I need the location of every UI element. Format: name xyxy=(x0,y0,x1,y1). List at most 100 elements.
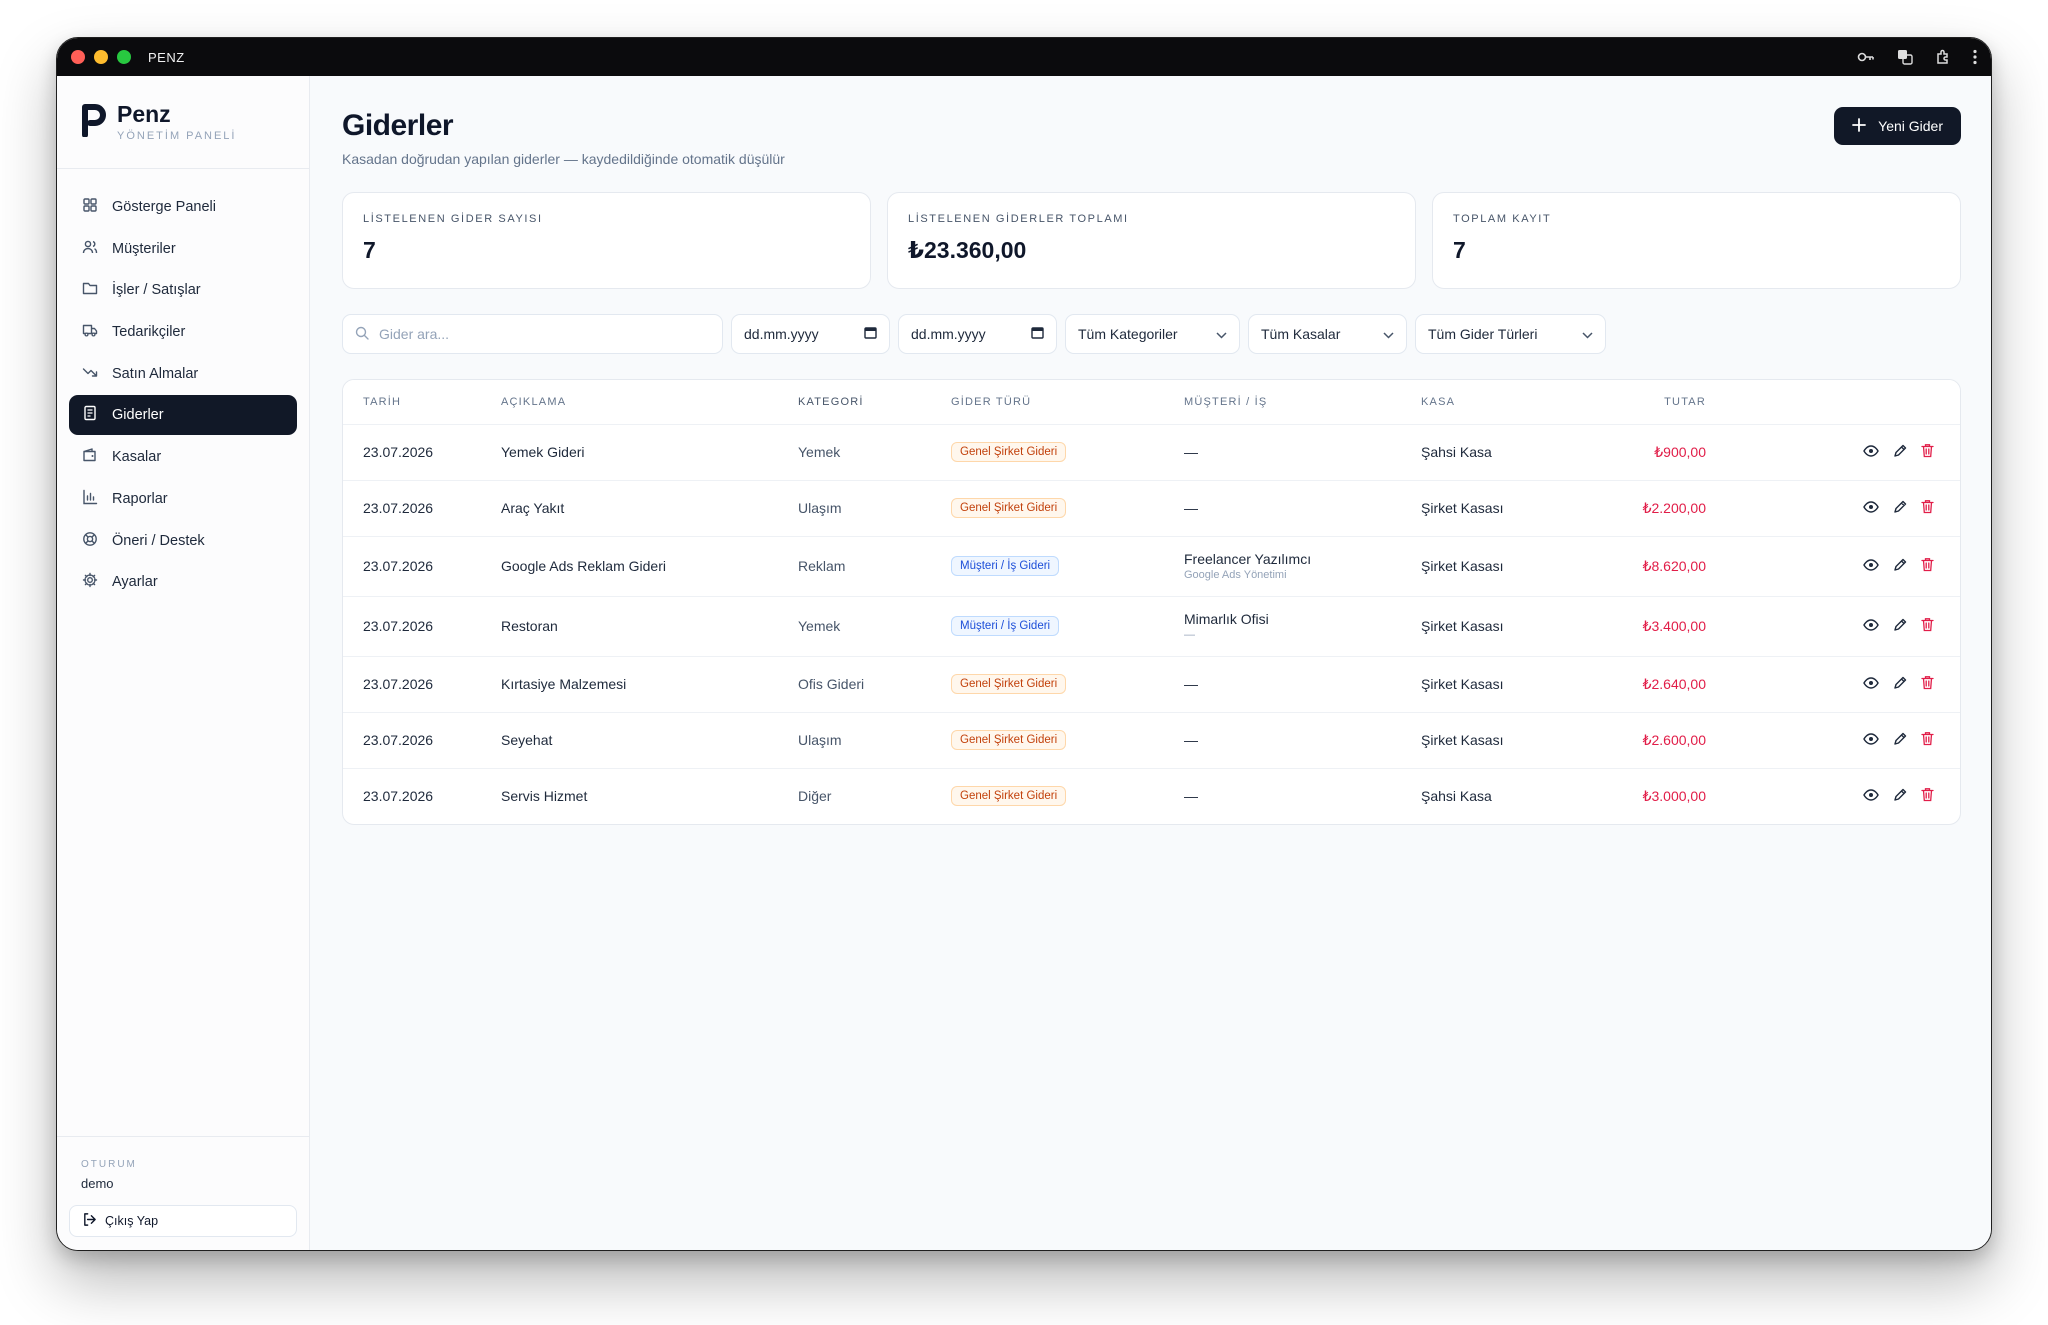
view-icon[interactable] xyxy=(1863,500,1879,516)
key-icon[interactable] xyxy=(1857,51,1875,63)
expense-type-badge: Müşteri / İş Gideri xyxy=(951,556,1060,576)
table-row[interactable]: 23.07.2026 Kırtasiye Malzemesi Ofis Gideri… xyxy=(343,655,1960,712)
cell-customer: — xyxy=(1184,655,1421,712)
logout-button[interactable]: Çıkış Yap xyxy=(69,1205,297,1237)
brand[interactable]: Penz YÖNETİM PANELİ xyxy=(57,76,309,169)
view-icon[interactable] xyxy=(1863,618,1879,634)
translate-icon[interactable] xyxy=(1897,49,1913,65)
more-menu-icon[interactable] xyxy=(1973,49,1977,65)
date-from-input[interactable]: dd.mm.yyyy xyxy=(731,314,890,354)
delete-icon[interactable] xyxy=(1921,787,1934,805)
brand-subtitle: YÖNETİM PANELİ xyxy=(117,129,237,142)
delete-icon[interactable] xyxy=(1921,499,1934,517)
category-select-value: Tüm Kategoriler xyxy=(1078,326,1178,342)
col-header-description[interactable]: AÇIKLAMA xyxy=(501,380,798,424)
cell-date: 23.07.2026 xyxy=(343,711,501,768)
extensions-icon[interactable] xyxy=(1935,49,1951,65)
view-icon[interactable] xyxy=(1863,788,1879,804)
col-header-amount[interactable]: TUTAR xyxy=(1571,380,1706,424)
delete-icon[interactable] xyxy=(1921,617,1934,635)
expense-type-select[interactable]: Tüm Gider Türleri xyxy=(1415,314,1606,354)
table-row[interactable]: 23.07.2026 Araç Yakıt Ulaşım Genel Şirket G… xyxy=(343,479,1960,536)
search-input[interactable]: Gider ara... xyxy=(342,314,723,354)
view-icon[interactable] xyxy=(1863,676,1879,692)
cell-amount: ₺2.600,00 xyxy=(1571,711,1706,768)
stat-card-count: LİSTELENEN GİDER SAYISI 7 xyxy=(342,192,871,289)
cell-category: Ulaşım xyxy=(798,479,951,536)
sidebar-item-satin-almalar[interactable]: Satın Almalar xyxy=(69,354,297,394)
delete-icon[interactable] xyxy=(1921,557,1934,575)
date-to-value: dd.mm.yyyy xyxy=(911,326,986,342)
edit-icon[interactable] xyxy=(1893,558,1907,575)
calendar-icon[interactable] xyxy=(1031,326,1044,342)
lifebuoy-icon xyxy=(82,531,98,551)
cell-type: Genel Şirket Gideri xyxy=(951,711,1184,768)
col-header-customer[interactable]: MÜŞTERİ / İŞ xyxy=(1184,380,1421,424)
maximize-window-button[interactable] xyxy=(117,50,131,64)
col-header-date[interactable]: TARİH xyxy=(343,380,501,424)
close-window-button[interactable] xyxy=(71,50,85,64)
expense-type-badge: Genel Şirket Gideri xyxy=(951,786,1067,807)
sidebar-item-oneri-destek[interactable]: Öneri / Destek xyxy=(69,521,297,561)
cell-type: Genel Şirket Gideri xyxy=(951,767,1184,824)
sidebar-item-musteriler[interactable]: Müşteriler xyxy=(69,229,297,269)
sidebar-item-isler-satislar[interactable]: İşler / Satışlar xyxy=(69,270,297,310)
col-header-category[interactable]: KATEGORİ xyxy=(798,380,951,424)
sidebar-item-tedarikciler[interactable]: Tedarikçiler xyxy=(69,312,297,352)
view-icon[interactable] xyxy=(1863,558,1879,574)
stat-label: TOPLAM KAYIT xyxy=(1453,213,1552,225)
cell-amount: ₺3.400,00 xyxy=(1571,595,1706,656)
table-row[interactable]: 23.07.2026 Restoran Yemek Müşteri / İş Gide… xyxy=(343,595,1960,656)
table-row[interactable]: 23.07.2026 Google Ads Reklam Gideri Reklam… xyxy=(343,535,1960,596)
delete-icon[interactable] xyxy=(1921,443,1934,461)
new-expense-button[interactable]: Yeni Gider xyxy=(1834,107,1961,145)
trend-down-icon xyxy=(82,364,98,384)
view-icon[interactable] xyxy=(1863,444,1879,460)
cell-category: Yemek xyxy=(798,595,951,656)
table-row[interactable]: 23.07.2026 Servis Hizmet Diğer Genel Şirket… xyxy=(343,767,1960,824)
kasa-select[interactable]: Tüm Kasalar xyxy=(1248,314,1407,354)
cell-category: Reklam xyxy=(798,535,951,596)
cell-description: Yemek Gideri xyxy=(501,423,798,480)
sidebar-item-kasalar[interactable]: Kasalar xyxy=(69,437,297,477)
edit-icon[interactable] xyxy=(1893,500,1907,517)
sidebar-item-giderler[interactable]: Giderler xyxy=(69,395,297,436)
sidebar-item-gosterge-paneli[interactable]: Gösterge Paneli xyxy=(69,187,297,227)
col-header-type[interactable]: GİDER TÜRÜ xyxy=(951,380,1184,424)
edit-icon[interactable] xyxy=(1893,444,1907,461)
calendar-icon[interactable] xyxy=(864,326,877,342)
date-from-value: dd.mm.yyyy xyxy=(744,326,819,342)
minimize-window-button[interactable] xyxy=(94,50,108,64)
sidebar-item-label: İşler / Satışlar xyxy=(112,282,201,299)
view-icon[interactable] xyxy=(1863,732,1879,748)
cell-amount: ₺8.620,00 xyxy=(1571,535,1706,596)
col-header-kasa[interactable]: KASA xyxy=(1421,380,1571,424)
date-to-input[interactable]: dd.mm.yyyy xyxy=(898,314,1057,354)
sidebar-item-ayarlar[interactable]: Ayarlar xyxy=(69,562,297,602)
sidebar-item-label: Kasalar xyxy=(112,449,162,466)
edit-icon[interactable] xyxy=(1893,732,1907,749)
edit-icon[interactable] xyxy=(1893,788,1907,805)
logout-label: Çıkış Yap xyxy=(105,1214,159,1228)
table-row[interactable]: 23.07.2026 Yemek Gideri Yemek Genel Şirket … xyxy=(343,423,1960,480)
category-select[interactable]: Tüm Kategoriler xyxy=(1065,314,1240,354)
cell-amount: ₺900,00 xyxy=(1571,423,1706,480)
edit-icon[interactable] xyxy=(1893,676,1907,693)
delete-icon[interactable] xyxy=(1921,731,1934,749)
cell-amount: ₺2.200,00 xyxy=(1571,479,1706,536)
sidebar-item-raporlar[interactable]: Raporlar xyxy=(69,479,297,519)
edit-icon[interactable] xyxy=(1893,618,1907,635)
cell-actions xyxy=(1706,479,1960,536)
chevron-down-icon xyxy=(1383,326,1394,342)
wallet-icon xyxy=(82,447,98,467)
chevron-down-icon xyxy=(1216,326,1227,342)
dashboard-icon xyxy=(82,197,98,217)
sidebar-item-label: Raporlar xyxy=(112,490,168,507)
customer-job: — xyxy=(1184,629,1195,641)
cell-actions xyxy=(1706,655,1960,712)
table-row[interactable]: 23.07.2026 Seyehat Ulaşım Genel Şirket Gide… xyxy=(343,711,1960,768)
delete-icon[interactable] xyxy=(1921,675,1934,693)
sidebar-item-label: Ayarlar xyxy=(112,574,158,591)
kasa-select-value: Tüm Kasalar xyxy=(1261,326,1341,342)
expense-type-badge: Genel Şirket Gideri xyxy=(951,730,1067,750)
